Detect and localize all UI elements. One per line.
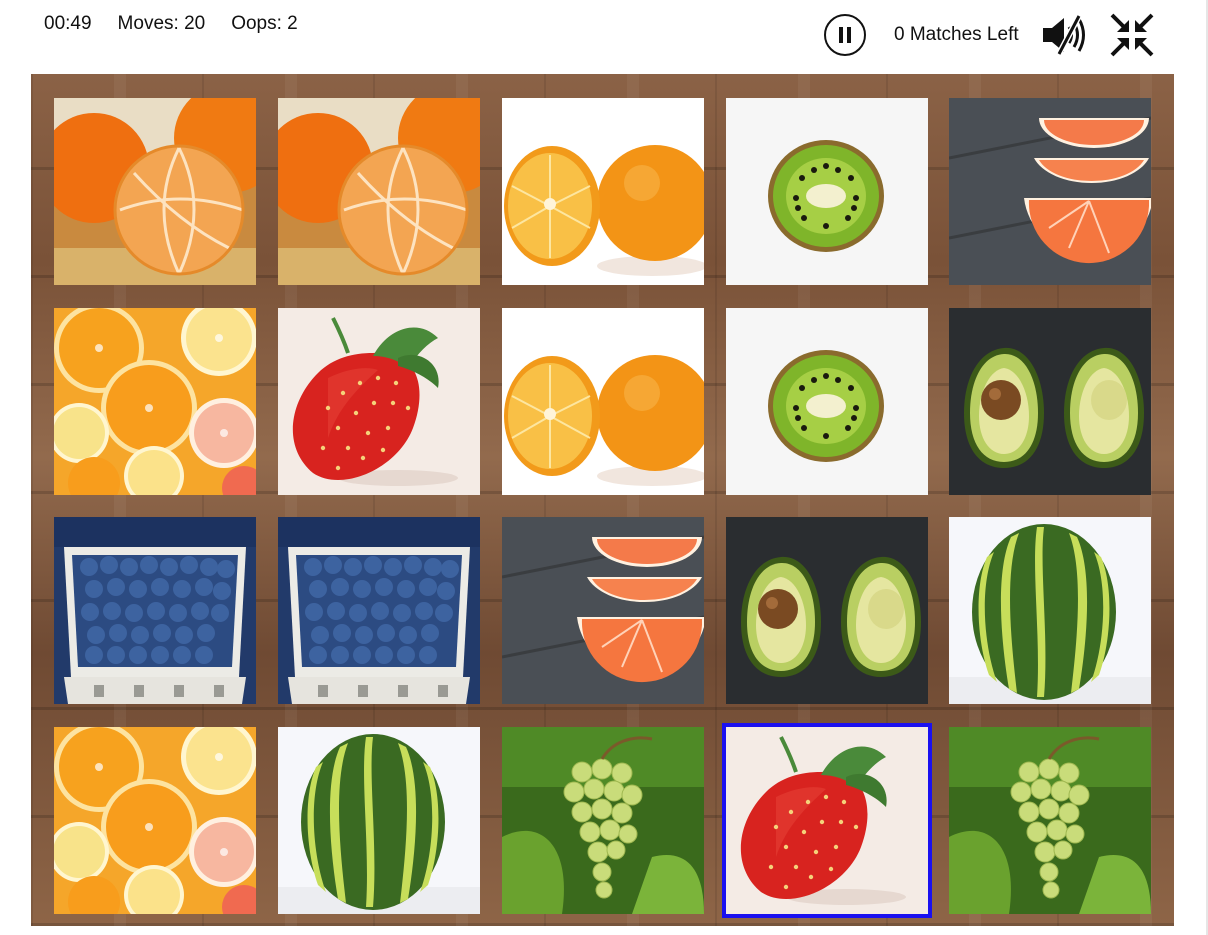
- tangerine-image: [278, 98, 480, 285]
- citrus-slices-image: [54, 727, 256, 914]
- card-citrus-slices[interactable]: [54, 308, 256, 495]
- game-controls: 0 Matches Left: [824, 12, 1155, 58]
- card-grapefruit[interactable]: [949, 98, 1151, 285]
- card-orange[interactable]: [502, 98, 704, 285]
- orange-image: [502, 98, 704, 285]
- fullscreen-button[interactable]: [1109, 12, 1155, 58]
- card-blueberries[interactable]: [278, 517, 480, 704]
- card-tangerine[interactable]: [278, 98, 480, 285]
- kiwi-image: [726, 98, 928, 285]
- grapes-image: [502, 727, 704, 914]
- pause-button[interactable]: [824, 14, 866, 56]
- card-tangerine[interactable]: [54, 98, 256, 285]
- watermelon-image: [949, 517, 1151, 704]
- strawberry-image: [726, 727, 928, 914]
- oops-counter: Oops: 2: [231, 13, 298, 34]
- avocado-image: [726, 517, 928, 704]
- orange-image: [502, 308, 704, 495]
- moves-counter: Moves: 20: [117, 13, 206, 34]
- card-blueberries[interactable]: [54, 517, 256, 704]
- sound-toggle-button[interactable]: [1041, 14, 1087, 56]
- grapefruit-image: [502, 517, 704, 704]
- citrus-slices-image: [54, 308, 256, 495]
- card-strawberry[interactable]: [722, 723, 932, 918]
- card-grapes[interactable]: [949, 727, 1151, 914]
- tangerine-image: [54, 98, 256, 285]
- card-grapefruit[interactable]: [502, 517, 704, 704]
- card-kiwi[interactable]: [726, 98, 928, 285]
- card-strawberry[interactable]: [278, 308, 480, 495]
- card-avocado[interactable]: [726, 517, 928, 704]
- blueberries-image: [54, 517, 256, 704]
- grapes-image: [949, 727, 1151, 914]
- card-avocado[interactable]: [949, 308, 1151, 495]
- sound-muted-icon: [1042, 14, 1085, 56]
- kiwi-image: [726, 308, 928, 495]
- card-grid: [31, 74, 1174, 926]
- watermelon-image: [278, 727, 480, 914]
- strawberry-image: [278, 308, 480, 495]
- matches-left: 0 Matches Left: [894, 24, 1019, 45]
- card-watermelon[interactable]: [949, 517, 1151, 704]
- grapefruit-image: [949, 98, 1151, 285]
- game-board: [31, 74, 1174, 926]
- card-orange[interactable]: [502, 308, 704, 495]
- game-stats: 00:49 Moves: 20 Oops: 2: [44, 13, 298, 35]
- card-kiwi[interactable]: [726, 308, 928, 495]
- avocado-image: [949, 308, 1151, 495]
- card-watermelon[interactable]: [278, 727, 480, 914]
- pause-icon: [839, 27, 851, 43]
- blueberries-image: [278, 517, 480, 704]
- exit-fullscreen-icon: [1110, 13, 1154, 57]
- timer: 00:49: [44, 13, 92, 34]
- card-grapes[interactable]: [502, 727, 704, 914]
- card-citrus-slices[interactable]: [54, 727, 256, 914]
